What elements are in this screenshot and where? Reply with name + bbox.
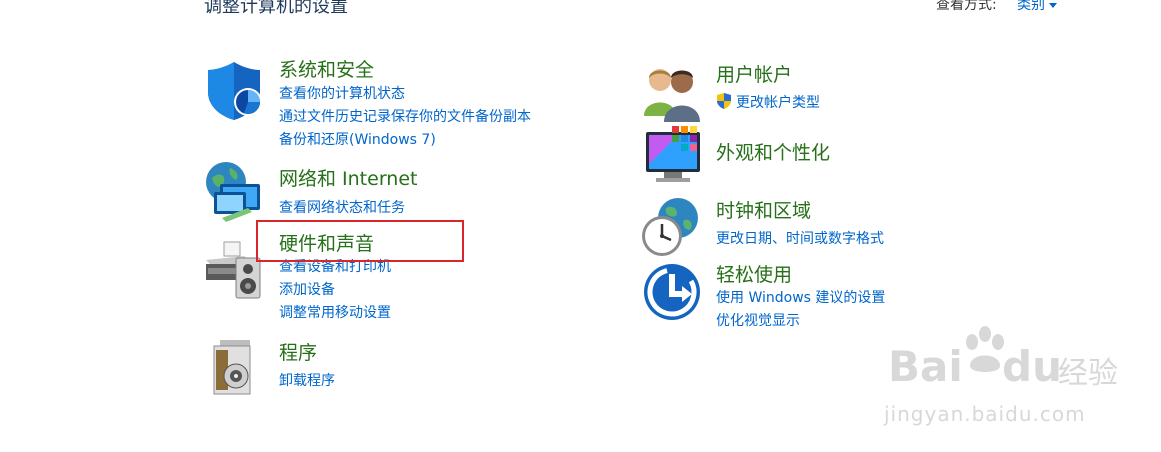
view-by-dropdown[interactable]: 类别 — [1017, 0, 1057, 14]
watermark-brand-right: du — [1002, 342, 1062, 391]
uac-shield-icon — [717, 93, 731, 109]
category-programs[interactable]: 程序 — [279, 338, 317, 365]
link-backup-restore[interactable]: 备份和还原(Windows 7) — [279, 129, 436, 149]
link-change-account-type[interactable]: 更改帐户类型 — [736, 92, 820, 112]
link-add-device[interactable]: 添加设备 — [279, 279, 335, 299]
watermark-brand-cn: 经验 — [1058, 356, 1118, 391]
link-recommended-settings[interactable]: 使用 Windows 建议的设置 — [716, 287, 885, 307]
network-icon[interactable] — [204, 160, 268, 224]
view-by-label: 查看方式: — [936, 0, 997, 13]
chevron-down-icon — [1049, 2, 1057, 8]
link-network-status[interactable]: 查看网络状态和任务 — [279, 197, 405, 217]
watermark-url: jingyan.baidu.com — [884, 402, 1086, 426]
view-by-value: 类别 — [1017, 0, 1045, 13]
link-optimize-visual-display[interactable]: 优化视觉显示 — [716, 310, 800, 330]
ease-of-access-icon[interactable] — [642, 260, 706, 324]
link-uninstall-program[interactable]: 卸载程序 — [279, 370, 335, 390]
category-network-internet[interactable]: 网络和 Internet — [279, 164, 417, 191]
link-mobility-settings[interactable]: 调整常用移动设置 — [279, 302, 391, 322]
category-ease-of-access[interactable]: 轻松使用 — [716, 260, 792, 287]
link-file-history-backup[interactable]: 通过文件历史记录保存你的文件备份副本 — [279, 106, 531, 126]
baidu-jingyan-watermark: Bai du 经验 jingyan.baidu.com — [884, 322, 1124, 432]
appearance-icon[interactable] — [642, 124, 706, 188]
clock-globe-icon[interactable] — [640, 196, 704, 260]
link-change-date-time-format[interactable]: 更改日期、时间或数字格式 — [716, 228, 884, 248]
category-appearance-personalization[interactable]: 外观和个性化 — [716, 138, 830, 165]
watermark-brand-left: Bai — [888, 342, 963, 391]
programs-icon[interactable] — [206, 336, 270, 400]
link-view-computer-status[interactable]: 查看你的计算机状态 — [279, 83, 405, 103]
highlight-box — [256, 220, 464, 262]
page-title: 调整计算机的设置 — [204, 0, 348, 17]
category-clock-region[interactable]: 时钟和区域 — [716, 196, 811, 223]
category-user-accounts[interactable]: 用户帐户 — [716, 60, 792, 87]
shield-icon[interactable] — [204, 58, 268, 122]
category-system-security[interactable]: 系统和安全 — [279, 55, 374, 82]
users-icon[interactable] — [642, 62, 706, 126]
